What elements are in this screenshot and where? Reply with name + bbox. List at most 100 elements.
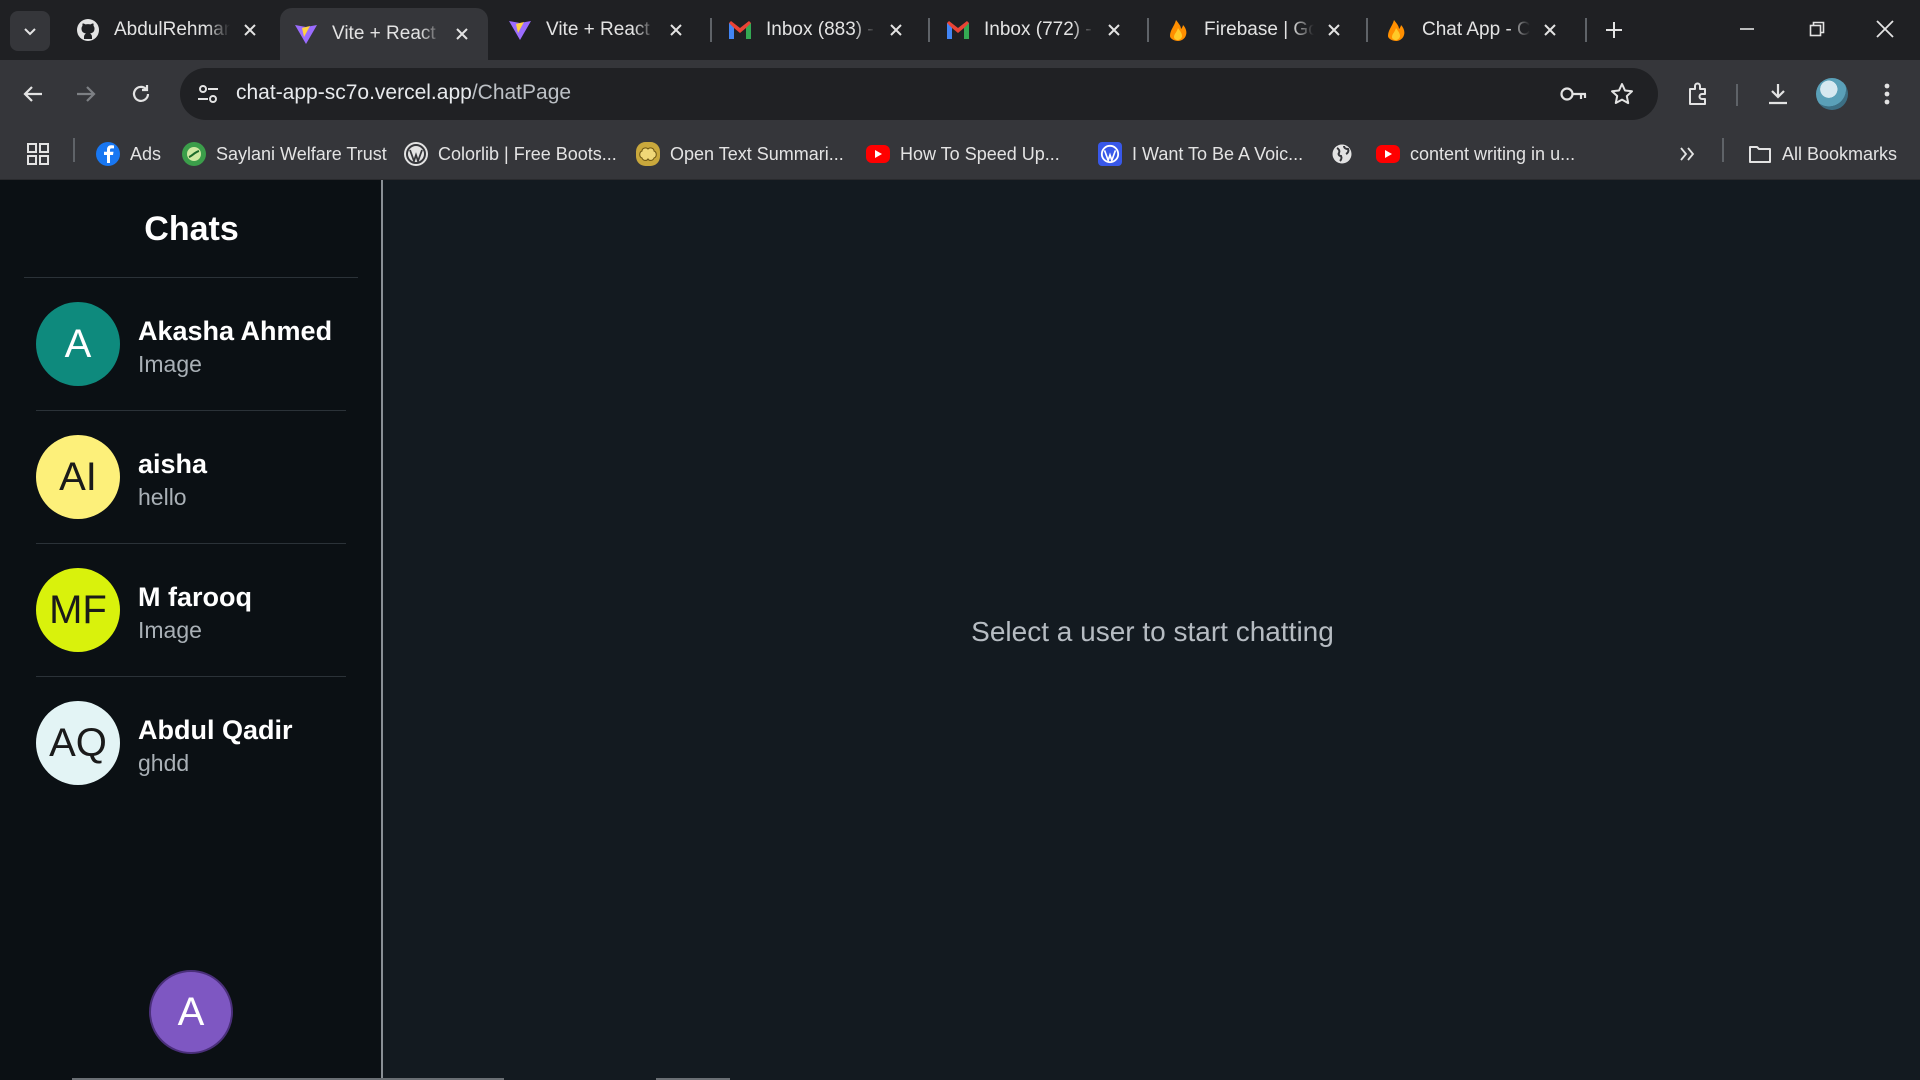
toolbar-divider xyxy=(1736,84,1738,106)
chat-name: aisha xyxy=(138,449,208,479)
gmail-icon xyxy=(728,18,752,42)
chat-name: Abdul Qadir xyxy=(138,715,293,745)
tab-separator xyxy=(1147,18,1149,42)
site-settings-icon[interactable] xyxy=(194,80,222,108)
tab-title: AbdulRehman xyxy=(114,19,230,40)
more-vertical-icon xyxy=(1884,83,1890,105)
url-host: chat-app-sc7o.vercel.app xyxy=(236,81,472,104)
back-button[interactable] xyxy=(13,74,53,114)
close-icon[interactable] xyxy=(450,22,474,46)
bookmark-star-icon[interactable] xyxy=(1608,80,1636,108)
chat-last-message: Image xyxy=(138,351,202,377)
tab-search-button[interactable] xyxy=(10,11,50,51)
minimize-button[interactable] xyxy=(1724,8,1770,50)
tab-title: Chat App - Cl xyxy=(1422,19,1530,40)
bookmark-globe[interactable] xyxy=(1330,138,1364,170)
chat-item-aisha[interactable]: AI aisha hello xyxy=(36,411,346,544)
downloads-button[interactable] xyxy=(1758,74,1798,114)
sidebar-title: Chats xyxy=(144,210,239,248)
browser-toolbar: chat-app-sc7o.vercel.app/ChatPage xyxy=(0,60,1920,128)
tab-inbox-772[interactable]: Inbox (772) - a xyxy=(932,6,1140,54)
grid-icon xyxy=(27,143,49,165)
close-icon xyxy=(1876,20,1894,38)
bookmark-label: Ads xyxy=(130,143,162,164)
close-icon[interactable] xyxy=(1538,18,1562,42)
chats-sidebar: Chats A Akasha Ahmed Image AI aisha hell… xyxy=(0,180,383,1080)
chevron-down-icon xyxy=(24,28,36,36)
wordpress-blue-icon xyxy=(1098,142,1122,166)
chat-last-message: Image xyxy=(138,617,202,643)
bookmark-ads[interactable]: Ads xyxy=(96,138,161,170)
avatar: AQ xyxy=(36,701,120,785)
close-window-button[interactable] xyxy=(1862,8,1908,50)
youtube-icon xyxy=(866,145,890,163)
tab-firebase[interactable]: Firebase | Goo xyxy=(1152,6,1360,54)
tab-chat-app[interactable]: Chat App - Cl xyxy=(1370,6,1576,54)
bookmark-separator xyxy=(1722,138,1724,162)
tab-vite-react-active[interactable]: Vite + React xyxy=(280,8,488,60)
more-bookmarks-button[interactable] xyxy=(1678,138,1696,170)
tab-inbox-883[interactable]: Inbox (883) - a xyxy=(714,6,922,54)
restore-button[interactable] xyxy=(1794,8,1840,50)
bookmark-speed-up[interactable]: How To Speed Up... xyxy=(866,138,1060,170)
tab-github[interactable]: AbdulRehman xyxy=(62,6,276,54)
url-text[interactable]: chat-app-sc7o.vercel.app/ChatPage xyxy=(236,81,571,105)
close-icon[interactable] xyxy=(664,18,688,42)
close-icon[interactable] xyxy=(238,18,262,42)
chat-app: Chats A Akasha Ahmed Image AI aisha hell… xyxy=(0,180,1920,1080)
close-icon[interactable] xyxy=(1322,18,1346,42)
puzzle-icon xyxy=(1689,82,1706,105)
password-key-icon[interactable] xyxy=(1560,80,1588,108)
arrow-right-icon xyxy=(77,86,96,102)
all-bookmarks-label: All Bookmarks xyxy=(1782,143,1898,164)
github-icon xyxy=(76,18,100,42)
arrow-left-icon xyxy=(23,86,42,102)
bookmark-label: Colorlib | Free Boots... xyxy=(438,143,617,164)
tab-title: Firebase | Goo xyxy=(1204,19,1314,40)
close-icon[interactable] xyxy=(884,18,908,42)
url-path: /ChatPage xyxy=(471,81,572,104)
download-icon xyxy=(1769,84,1787,105)
vite-icon xyxy=(294,22,318,46)
bookmark-label: How To Speed Up... xyxy=(900,143,1060,164)
bookmark-content-writing[interactable]: content writing in u... xyxy=(1376,138,1575,170)
bookmark-summarizer[interactable]: Open Text Summari... xyxy=(636,138,844,170)
avatar: AI xyxy=(36,435,120,519)
bookmark-voice[interactable]: I Want To Be A Voic... xyxy=(1098,138,1303,170)
chat-item-abdul-qadir[interactable]: AQ Abdul Qadir ghdd xyxy=(36,677,346,810)
tab-separator xyxy=(1366,18,1368,42)
firebase-icon xyxy=(1166,18,1190,42)
bookmark-label: Saylani Welfare Trust xyxy=(216,143,387,164)
bookmark-label: Open Text Summari... xyxy=(670,143,844,164)
chat-item-akasha-ahmed[interactable]: A Akasha Ahmed Image xyxy=(36,278,346,411)
forward-button[interactable] xyxy=(66,74,106,114)
avatar: MF xyxy=(36,568,120,652)
extensions-button[interactable] xyxy=(1679,74,1719,114)
chat-last-message: ghdd xyxy=(138,750,190,776)
tab-title: Vite + React + xyxy=(546,19,656,40)
gmail-icon xyxy=(946,18,970,42)
new-tab-button[interactable] xyxy=(1596,14,1632,46)
bookmark-label: I Want To Be A Voic... xyxy=(1132,143,1304,164)
reload-button[interactable] xyxy=(121,74,161,114)
chat-name: M farooq xyxy=(138,582,252,612)
chat-item-m-farooq[interactable]: MF M farooq Image xyxy=(36,544,346,677)
wordpress-icon xyxy=(404,142,428,166)
double-chevron-right-icon xyxy=(1680,147,1695,161)
current-user-avatar[interactable]: A xyxy=(149,970,233,1054)
all-bookmarks-button[interactable]: All Bookmarks xyxy=(1748,138,1897,170)
browser-menu-button[interactable] xyxy=(1867,74,1907,114)
close-icon[interactable] xyxy=(1102,18,1126,42)
avatar: A xyxy=(36,302,120,386)
brain-icon xyxy=(636,142,660,166)
address-bar[interactable]: chat-app-sc7o.vercel.app/ChatPage xyxy=(180,68,1658,120)
profile-avatar[interactable] xyxy=(1816,78,1848,110)
chat-last-message: hello xyxy=(138,484,187,510)
tab-vite-react-2[interactable]: Vite + React + xyxy=(494,6,702,54)
bookmark-colorlib[interactable]: Colorlib | Free Boots... xyxy=(404,138,617,170)
apps-button[interactable] xyxy=(26,138,50,170)
globe-icon xyxy=(1330,142,1354,166)
restore-icon xyxy=(1809,21,1825,37)
youtube-icon xyxy=(1376,145,1400,163)
bookmark-saylani[interactable]: Saylani Welfare Trust xyxy=(182,138,387,170)
